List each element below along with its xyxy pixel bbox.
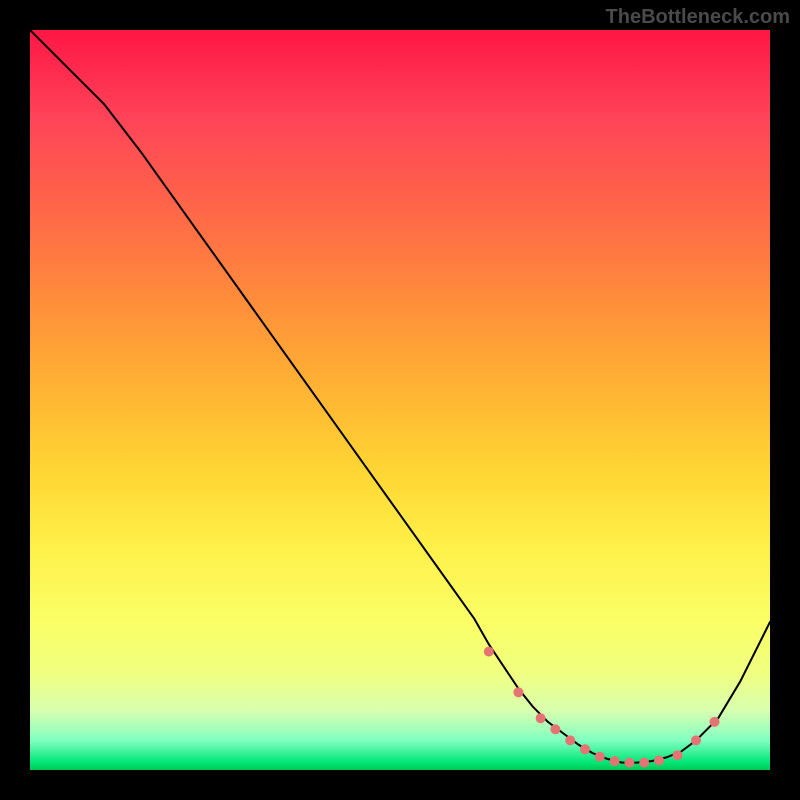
data-point-marker [639, 758, 649, 768]
chart-curve-svg [30, 30, 770, 770]
data-point-marker [565, 735, 575, 745]
data-point-marker [691, 735, 701, 745]
data-point-marker [654, 755, 664, 765]
data-point-marker [580, 744, 590, 754]
data-point-marker [610, 756, 620, 766]
watermark-text: TheBottleneck.com [606, 6, 790, 29]
data-point-marker [710, 717, 720, 727]
data-point-marker [595, 752, 605, 762]
data-point-marker [624, 758, 634, 768]
data-point-marker [536, 713, 546, 723]
chart-plot-area [30, 30, 770, 770]
data-point-marker [550, 724, 560, 734]
data-point-marker [673, 750, 683, 760]
data-point-marker [484, 647, 494, 657]
data-point-marker [513, 687, 523, 697]
bottleneck-curve [30, 30, 770, 763]
